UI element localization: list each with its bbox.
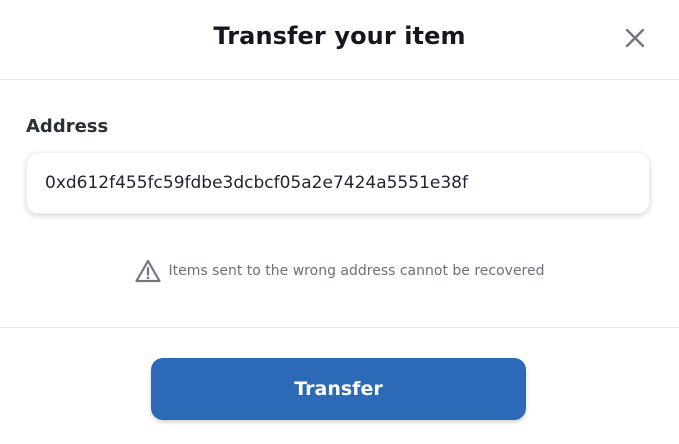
address-input[interactable] bbox=[26, 152, 650, 214]
dialog-title: Transfer your item bbox=[213, 22, 466, 50]
close-button[interactable] bbox=[622, 25, 648, 51]
transfer-button[interactable]: Transfer bbox=[151, 358, 526, 420]
dialog-header: Transfer your item bbox=[0, 0, 679, 80]
footer-divider bbox=[0, 327, 679, 328]
address-label: Address bbox=[26, 116, 109, 137]
close-icon bbox=[622, 25, 648, 51]
transfer-dialog: Transfer your item Address Items sent to… bbox=[0, 0, 679, 444]
warning-message: Items sent to the wrong address cannot b… bbox=[0, 258, 679, 284]
warning-triangle-icon bbox=[134, 258, 162, 284]
warning-text: Items sent to the wrong address cannot b… bbox=[168, 263, 545, 279]
